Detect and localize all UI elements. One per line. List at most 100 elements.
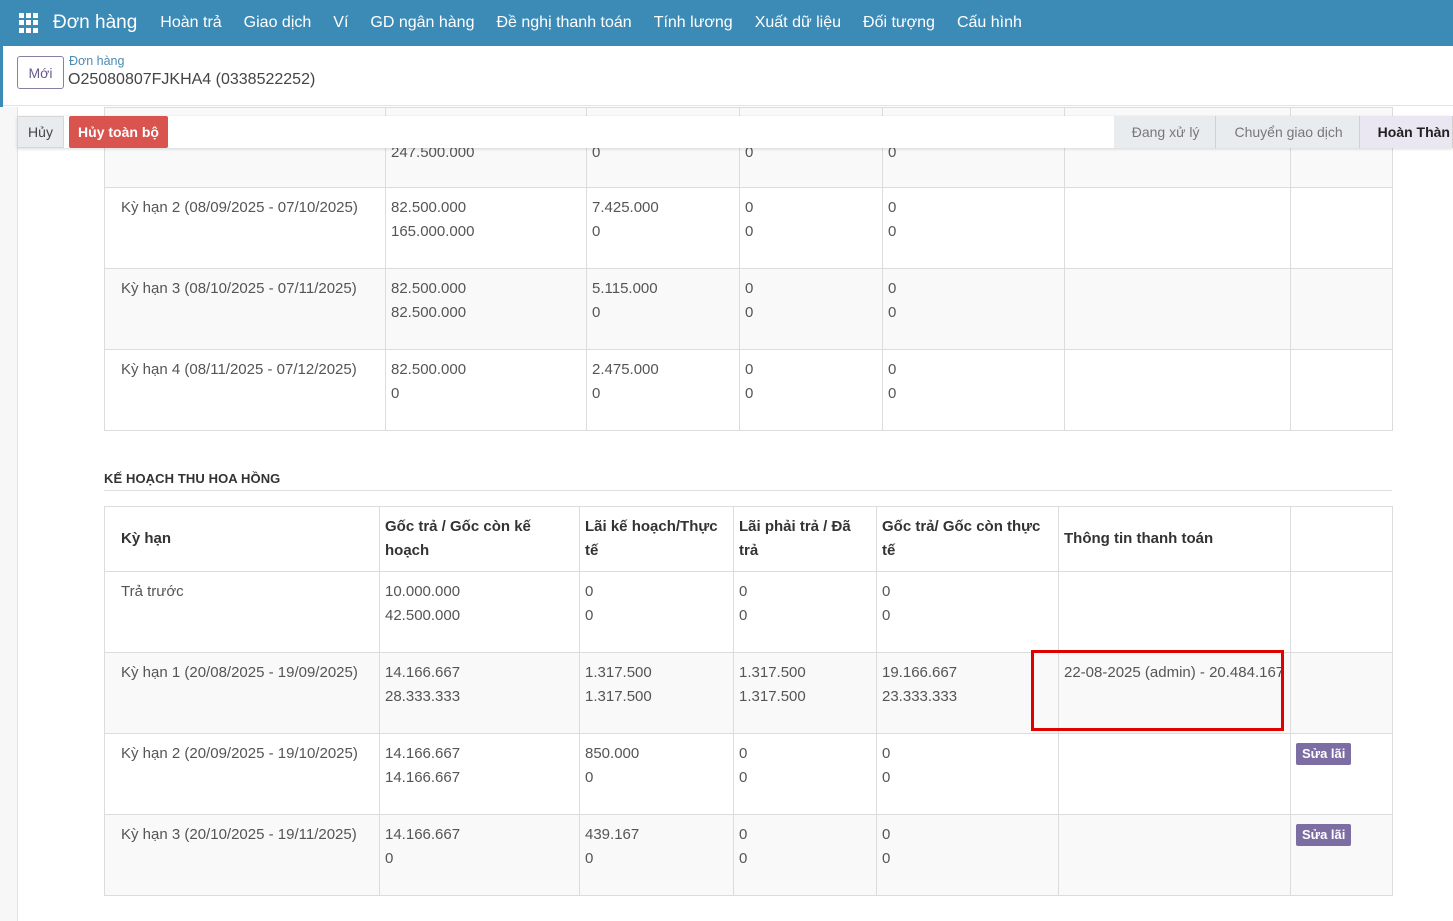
top-navbar: Đơn hàng Hoàn trả Giao dịch Ví GD ngân h… [0, 0, 1453, 46]
value-cell: 1.317.500 1.317.500 [579, 652, 734, 734]
action-cell [1290, 571, 1393, 653]
value-cell: 1.317.500 1.317.500 [733, 652, 877, 734]
new-button[interactable]: Mới [17, 56, 64, 89]
apps-grid-icon[interactable] [19, 13, 39, 33]
table-row: Kỳ hạn 3 (20/10/2025 - 19/11/2025) 14.166… [104, 814, 1393, 896]
menu-item-cau-hinh[interactable]: Cấu hình [946, 14, 1033, 32]
cell-value: 14.166.667 [385, 664, 461, 681]
commission-section-title: KẾ HOẠCH THU HOA HỒNG [104, 471, 281, 486]
stage-processing[interactable]: Đang xử lý [1113, 116, 1217, 148]
payment-info-cell [1058, 814, 1291, 896]
cell-value: 0 [745, 385, 754, 402]
cell-value: 0 [585, 850, 594, 867]
cell-value: 0 [745, 304, 754, 321]
cell-value: 23.333.333 [882, 688, 958, 705]
table-header-row: Kỳ hạn Gốc trả / Gốc còn kế hoạch Lãi kế… [104, 506, 1393, 572]
cell-value: 7.425.000 [592, 199, 659, 216]
cell-value: 82.500.000 [391, 304, 467, 321]
value-cell: 00 [739, 268, 883, 350]
menu-item-vi[interactable]: Ví [322, 14, 359, 32]
app-brand[interactable]: Đơn hàng [53, 12, 137, 34]
cell-value: 14.166.667 [385, 745, 461, 762]
menu-item-tinh-luong[interactable]: Tính lương [643, 14, 744, 32]
value-cell: 82.500.000 165.000.000 [385, 187, 587, 269]
header-principal-plan: Gốc trả / Gốc còn kế hoạch [379, 506, 580, 572]
value-cell: 00 [876, 733, 1059, 815]
cancel-all-button[interactable]: Hủy toàn bộ [69, 116, 168, 148]
value-cell: 00 [876, 571, 1059, 653]
cell-value: 850.000 [585, 745, 640, 762]
cell-value: 0 [888, 199, 897, 216]
cell-value: 0 [882, 745, 891, 762]
value-cell: 14.166.667 28.333.333 [379, 652, 580, 734]
cell-value: 5.115.000 [592, 280, 658, 297]
empty-cell [1290, 268, 1393, 350]
value-cell: 14.166.667 14.166.667 [379, 733, 580, 815]
cell-value: 0 [888, 361, 897, 378]
cell-value: 14.166.667 [385, 769, 461, 786]
value-cell: 00 [882, 187, 1065, 269]
header-term: Kỳ hạn [104, 506, 380, 572]
stage-transfer[interactable]: Chuyển giao dịch [1216, 116, 1360, 148]
menu-item-gd-ngan-hang[interactable]: GD ngân hàng [359, 14, 485, 32]
cell-value: 14.166.667 [385, 826, 461, 843]
payment-info-cell [1058, 571, 1291, 653]
repayment-plan-table: 247.500.000 0 0 0 Kỳ hạn 2 (08/09/2025 - 07/… [104, 107, 1393, 431]
value-cell: 10.000.000 42.500.000 [379, 571, 580, 653]
table-row: Kỳ hạn 2 (20/09/2025 - 19/10/2025) 14.166… [104, 733, 1393, 815]
cell-value: 0 [745, 223, 754, 240]
cell-value: 0 [882, 850, 891, 867]
term-label: Trả trước [121, 583, 184, 600]
empty-cell [1064, 268, 1291, 350]
cell-value: 0 [592, 385, 601, 402]
menu-item-de-nghi-thanh-toan[interactable]: Đề nghị thanh toán [485, 14, 642, 32]
left-accent-bar [0, 46, 3, 108]
cell-value: 0 [882, 607, 891, 624]
term-cell: Kỳ hạn 4 (08/11/2025 - 07/12/2025) [104, 349, 386, 431]
header-interest-due: Lãi phải trả / Đã trả [733, 506, 877, 572]
table-row: Kỳ hạn 3 (08/10/2025 - 07/11/2025) 82.500… [104, 268, 1393, 350]
term-cell: Kỳ hạn 2 (20/09/2025 - 19/10/2025) [104, 733, 380, 815]
highlight-box [1031, 650, 1284, 731]
cell-value: 0 [585, 607, 594, 624]
cell-value: 0 [592, 223, 601, 240]
breadcrumb-parent[interactable]: Đơn hàng [69, 54, 124, 68]
cell-value: 0 [585, 583, 594, 600]
edit-interest-button[interactable]: Sửa lãi [1296, 743, 1352, 765]
stage-completed[interactable]: Hoàn Thàn [1359, 116, 1453, 148]
cell-value: 1.317.500 [585, 664, 652, 681]
menu-item-hoan-tra[interactable]: Hoàn trả [149, 14, 232, 32]
action-cell [1290, 652, 1393, 734]
nav-menu: Hoàn trả Giao dịch Ví GD ngân hàng Đề ng… [149, 14, 1033, 32]
term-label: Kỳ hạn 1 (20/08/2025 - 19/09/2025) [121, 664, 358, 681]
cell-value: 0 [739, 745, 748, 762]
cell-value: 82.500.000 [391, 361, 467, 378]
cell-value: 10.000.000 [385, 583, 461, 600]
menu-item-doi-tuong[interactable]: Đối tượng [852, 14, 946, 32]
cell-value: 2.475.000 [592, 361, 659, 378]
term-cell: Trả trước [104, 571, 380, 653]
term-cell: Kỳ hạn 2 (08/09/2025 - 07/10/2025) [104, 187, 386, 269]
value-cell: 5.115.000 0 [586, 268, 740, 350]
cancel-button[interactable]: Hủy [17, 116, 64, 148]
section-divider [104, 490, 1392, 491]
term-cell: Kỳ hạn 1 (20/08/2025 - 19/09/2025) [104, 652, 380, 734]
cell-value: 0 [745, 280, 754, 297]
edit-interest-button[interactable]: Sửa lãi [1296, 824, 1352, 846]
cell-value: 0 [585, 769, 594, 786]
empty-cell [1290, 187, 1393, 269]
cell-value: 0 [888, 280, 897, 297]
value-cell: 00 [876, 814, 1059, 896]
breadcrumb-current: O25080807FJKHA4 (0338522252) [68, 71, 316, 88]
menu-item-xuat-du-lieu[interactable]: Xuất dữ liệu [744, 14, 852, 32]
cell-value: 28.333.333 [385, 688, 461, 705]
header-actions [1290, 506, 1393, 572]
cell-value: 0 [739, 769, 748, 786]
value-cell: 00 [882, 268, 1065, 350]
status-bar: Đang xử lý Chuyển giao dịch Hoàn Thàn [1113, 116, 1453, 148]
value-cell: 00 [733, 571, 877, 653]
menu-item-giao-dich[interactable]: Giao dịch [233, 14, 323, 32]
value-cell: 00 [739, 187, 883, 269]
value-cell: 00 [733, 733, 877, 815]
value-cell: 7.425.000 0 [586, 187, 740, 269]
